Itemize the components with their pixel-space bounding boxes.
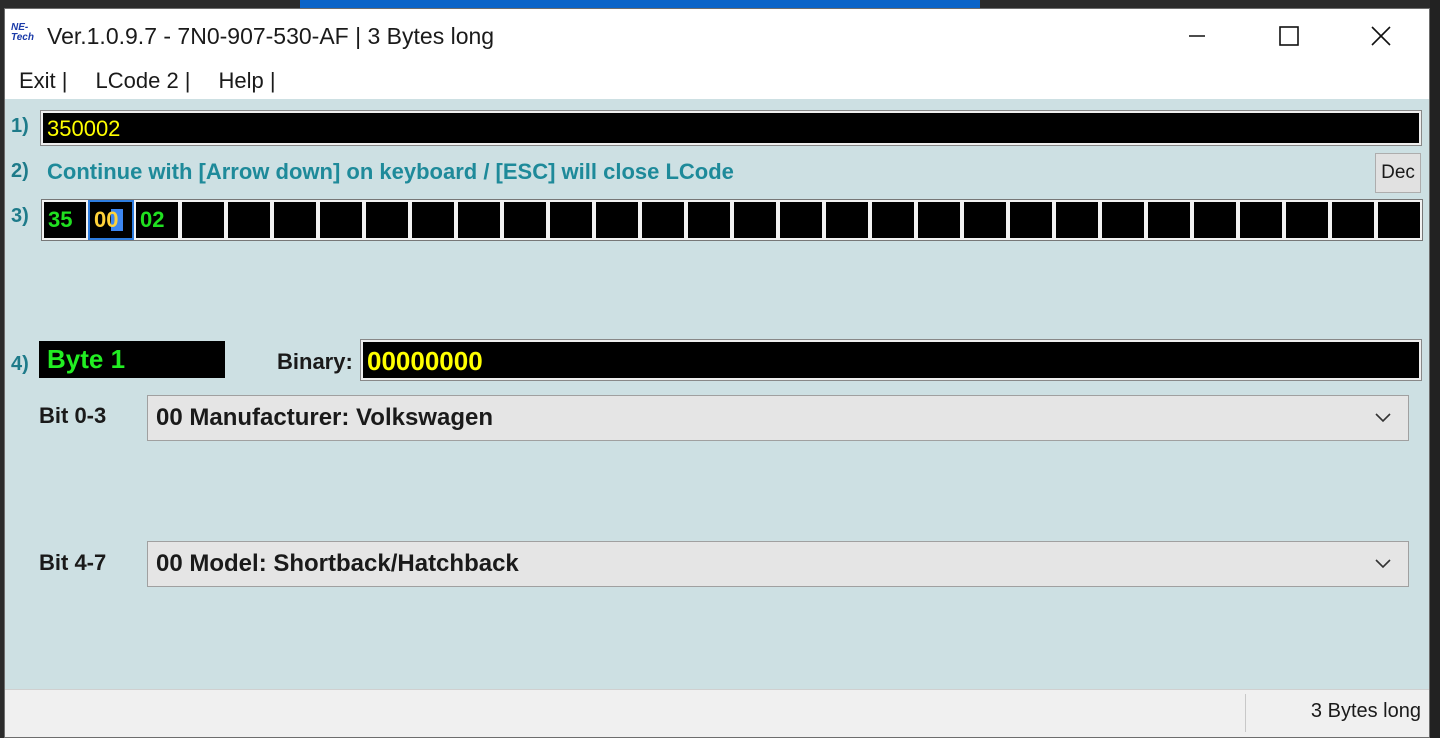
bit-4-7-select[interactable]: 00 Model: Shortback/Hatchback (147, 541, 1409, 587)
byte-cell[interactable] (410, 200, 456, 240)
byte-value: 35 (48, 207, 73, 232)
menu-item-exit[interactable]: Exit | (19, 68, 68, 94)
byte-cell[interactable] (1284, 200, 1330, 240)
app-logo-icon: NE-Tech (11, 23, 43, 47)
byte-cell[interactable] (1146, 200, 1192, 240)
status-separator (1245, 694, 1246, 732)
step-1-number: 1) (11, 115, 29, 137)
status-text: 3 Bytes long (1310, 700, 1421, 722)
byte-cell[interactable] (1008, 200, 1054, 240)
byte-value: 00 (94, 207, 119, 232)
bit-0-3-selected-value: 00 Manufacturer: Volkswagen (156, 404, 493, 431)
close-icon (1371, 26, 1391, 46)
chevron-down-icon (1375, 559, 1391, 569)
byte-cell[interactable] (1100, 200, 1146, 240)
byte-cell[interactable] (962, 200, 1008, 240)
byte-cell[interactable] (640, 200, 686, 240)
byte-cell[interactable]: 02 (134, 200, 180, 240)
byte-cell[interactable] (502, 200, 548, 240)
lcode-input[interactable]: 350002 (40, 110, 1422, 146)
dec-button[interactable]: Dec (1375, 153, 1421, 193)
byte-cell[interactable] (180, 200, 226, 240)
byte-cell[interactable] (1330, 200, 1376, 240)
minimize-icon (1189, 35, 1205, 37)
lcode-value: 350002 (47, 116, 121, 141)
lcode-window: NE-Tech Ver.1.0.9.7 - 7N0-907-530-AF | 3… (4, 8, 1430, 738)
byte-cell[interactable] (686, 200, 732, 240)
byte-cell[interactable] (548, 200, 594, 240)
minimize-button[interactable] (1151, 9, 1243, 63)
maximize-icon (1279, 26, 1299, 46)
byte-cell[interactable] (456, 200, 502, 240)
byte-cell[interactable] (272, 200, 318, 240)
byte-cell[interactable] (1376, 200, 1422, 240)
status-bar: 3 Bytes long (5, 689, 1429, 737)
background-window-edge (1430, 0, 1440, 738)
menu-item-help[interactable]: Help | (219, 68, 276, 94)
byte-cell[interactable]: 35 (42, 200, 88, 240)
byte-cell[interactable] (732, 200, 778, 240)
background-window-strip (300, 0, 980, 8)
bit-4-7-label: Bit 4-7 (39, 550, 107, 575)
byte-cell[interactable] (364, 200, 410, 240)
menu-item-lcode2[interactable]: LCode 2 | (96, 68, 191, 94)
byte-cell[interactable] (916, 200, 962, 240)
byte-cell[interactable] (1054, 200, 1100, 240)
window-title: Ver.1.0.9.7 - 7N0-907-530-AF | 3 Bytes l… (47, 23, 495, 49)
byte-cell[interactable] (870, 200, 916, 240)
byte-value: 02 (140, 207, 165, 232)
title-bar[interactable]: NE-Tech Ver.1.0.9.7 - 7N0-907-530-AF | 3… (5, 9, 1429, 63)
byte-cell[interactable] (594, 200, 640, 240)
binary-label: Binary: (277, 349, 353, 374)
byte-cell[interactable] (318, 200, 364, 240)
byte-cell[interactable] (226, 200, 272, 240)
close-button[interactable] (1335, 9, 1427, 63)
byte-label: Byte 1 (39, 341, 225, 378)
menu-bar: Exit | LCode 2 | Help | (5, 63, 1429, 99)
byte-cell[interactable] (824, 200, 870, 240)
step-2-number: 2) (11, 160, 29, 182)
app-logo-text: NE-Tech (11, 22, 34, 43)
maximize-button[interactable] (1243, 9, 1335, 63)
byte-cell-selected[interactable]: 00 (88, 200, 134, 240)
bit-4-7-selected-value: 00 Model: Shortback/Hatchback (156, 550, 519, 577)
byte-cell[interactable] (778, 200, 824, 240)
step-3-number: 3) (11, 205, 29, 227)
byte-cells-row: 35 00 02 (41, 199, 1423, 241)
bit-0-3-select[interactable]: 00 Manufacturer: Volkswagen (147, 395, 1409, 441)
byte-cell[interactable] (1192, 200, 1238, 240)
binary-input[interactable]: 00000000 (360, 339, 1422, 381)
step-4-number: 4) (11, 353, 29, 375)
binary-value: 00000000 (367, 346, 483, 376)
chevron-down-icon (1375, 413, 1391, 423)
instruction-text: Continue with [Arrow down] on keyboard /… (47, 159, 734, 184)
byte-cell[interactable] (1238, 200, 1284, 240)
bit-0-3-label: Bit 0-3 (39, 403, 107, 428)
